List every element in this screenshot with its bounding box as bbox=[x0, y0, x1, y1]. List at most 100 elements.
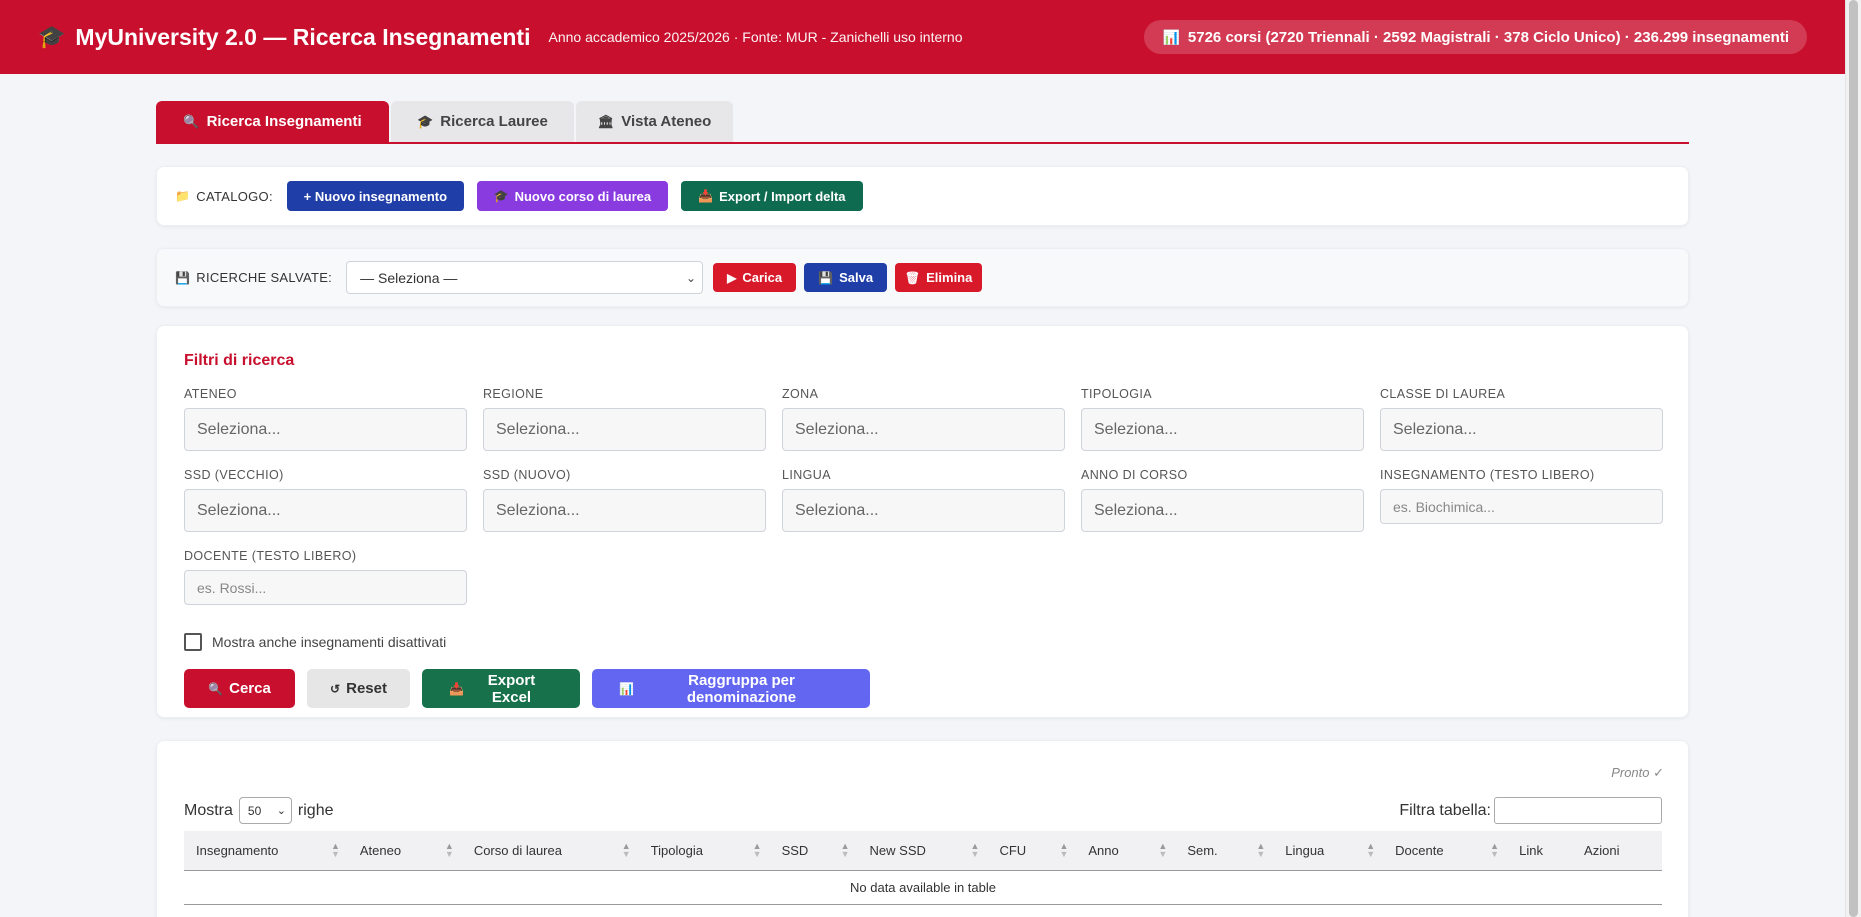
academic-year-subtitle: Anno accademico 2025/2026 · Fonte: MUR -… bbox=[548, 29, 963, 45]
lingua-select[interactable]: Seleziona... bbox=[782, 489, 1065, 532]
sort-icon: ▲ ▼ bbox=[1158, 840, 1168, 859]
col-docente[interactable]: Docente ▲ ▼ bbox=[1383, 831, 1507, 871]
col-link: Link bbox=[1507, 831, 1572, 871]
anno-corso-select[interactable]: Seleziona... bbox=[1081, 489, 1364, 532]
graduation-cap-icon: 🎓 bbox=[417, 113, 434, 129]
saved-search-select[interactable]: — Seleziona — ⌄ bbox=[346, 261, 704, 294]
col-tipologia[interactable]: Tipologia ▲ ▼ bbox=[639, 831, 770, 871]
docente-input[interactable]: es. Rossi... bbox=[184, 570, 467, 605]
ssd-nuovo-select[interactable]: Seleziona... bbox=[483, 489, 766, 532]
col-lingua[interactable]: Lingua ▲ ▼ bbox=[1273, 831, 1383, 871]
tab-vista-ateneo[interactable]: 🏛 Vista Ateneo bbox=[576, 101, 733, 142]
page-length-prefix: Mostra bbox=[184, 801, 233, 819]
col-ateneo[interactable]: Ateneo ▲ ▼ bbox=[348, 831, 462, 871]
field-label: SSD (VECCHIO) bbox=[184, 468, 284, 482]
zona-select[interactable]: Seleziona... bbox=[782, 408, 1065, 451]
classe-laurea-select[interactable]: Seleziona... bbox=[1380, 408, 1663, 451]
col-semestre[interactable]: Sem. ▲ ▼ bbox=[1175, 831, 1273, 871]
column-label: Ateneo bbox=[359, 843, 402, 858]
sort-icon: ▲ ▼ bbox=[444, 840, 454, 859]
search-icon: 🔍 bbox=[183, 113, 200, 129]
button-label: + Nuovo insegnamento bbox=[303, 188, 448, 204]
reset-icon: ↺ bbox=[330, 681, 341, 696]
field-label: LINGUA bbox=[782, 468, 831, 482]
status-text: Pronto ✓ bbox=[1611, 765, 1664, 780]
button-label: Reset bbox=[346, 680, 387, 697]
sort-icon: ▲ ▼ bbox=[330, 840, 340, 859]
regione-select[interactable]: Seleziona... bbox=[483, 408, 766, 451]
col-corso-laurea[interactable]: Corso di laurea ▲ ▼ bbox=[462, 831, 639, 871]
new-course-unit-button[interactable]: + Nuovo insegnamento bbox=[286, 181, 464, 211]
table-filter-input[interactable] bbox=[1494, 797, 1662, 824]
column-label: SSD bbox=[781, 843, 809, 858]
catalog-bar: 📁 CATALOGO: + Nuovo insegnamento 🎓 Nuovo… bbox=[156, 166, 1689, 226]
button-label: Salva bbox=[839, 270, 874, 285]
export-excel-button[interactable]: 📥 Export Excel bbox=[422, 669, 580, 708]
page-length-select[interactable]: 50 ⌄ bbox=[238, 797, 292, 824]
button-label: Export / Import delta bbox=[719, 188, 846, 204]
floppy-disk-icon: 💾 bbox=[818, 270, 834, 285]
reset-button[interactable]: ↺ Reset bbox=[307, 669, 410, 708]
field-label: ZONA bbox=[782, 387, 819, 401]
saved-searches-label: 💾 RICERCHE SALVATE: bbox=[175, 270, 332, 285]
ssd-vecchio-select[interactable]: Seleziona... bbox=[184, 489, 467, 532]
show-disabled-checkbox[interactable] bbox=[184, 633, 202, 651]
col-insegnamento[interactable]: Insegnamento ▲ ▼ bbox=[184, 831, 348, 871]
button-label: Carica bbox=[742, 270, 783, 285]
field-label: SSD (NUOVO) bbox=[483, 468, 571, 482]
export-import-delta-button[interactable]: 📥 Export / Import delta bbox=[680, 181, 863, 211]
filter-ateneo: ATENEO Seleziona... bbox=[184, 387, 467, 468]
column-label: Corso di laurea bbox=[473, 843, 562, 858]
saved-searches-bar: 💾 RICERCHE SALVATE: — Seleziona — ⌄ ▶ Ca… bbox=[156, 248, 1689, 307]
sort-icon: ▲ ▼ bbox=[970, 840, 980, 859]
chevron-down-icon: ⌄ bbox=[686, 270, 697, 285]
delete-search-button[interactable]: 🗑 Elimina bbox=[895, 263, 983, 292]
col-ssd[interactable]: SSD ▲ ▼ bbox=[770, 831, 858, 871]
tipologia-select[interactable]: Seleziona... bbox=[1081, 408, 1364, 451]
column-label: Tipologia bbox=[650, 843, 703, 858]
bar-chart-icon: 📊 bbox=[1162, 28, 1180, 45]
graduation-cap-icon: 🎓 bbox=[493, 189, 509, 203]
col-new-ssd[interactable]: New SSD ▲ ▼ bbox=[858, 831, 988, 871]
button-label: Nuovo corso di laurea bbox=[514, 188, 652, 204]
table-controls: Mostra 50 ⌄ righe Filtra tabella: bbox=[184, 797, 1662, 824]
new-degree-course-button[interactable]: 🎓 Nuovo corso di laurea bbox=[476, 181, 668, 211]
ateneo-select[interactable]: Seleziona... bbox=[184, 408, 467, 451]
column-label: New SSD bbox=[869, 843, 926, 858]
saved-searches-label-text: RICERCHE SALVATE: bbox=[196, 270, 333, 285]
filter-regione: REGIONE Seleziona... bbox=[483, 387, 766, 468]
app-header: 🎓 MyUniversity 2.0 — Ricerca Insegnament… bbox=[0, 0, 1845, 74]
stats-badge: 📊 5726 corsi (2720 Triennali · 2592 Magi… bbox=[1144, 20, 1807, 54]
field-label: ATENEO bbox=[184, 387, 237, 401]
field-label: CLASSE DI LAUREA bbox=[1380, 387, 1506, 401]
load-search-button[interactable]: ▶ Carica bbox=[713, 263, 797, 292]
page-scrollbar[interactable] bbox=[1845, 0, 1861, 917]
sort-icon: ▲ ▼ bbox=[1256, 840, 1266, 859]
save-search-button[interactable]: 💾 Salva bbox=[804, 263, 888, 292]
chevron-down-icon: ⌄ bbox=[276, 805, 286, 817]
button-label: Cerca bbox=[229, 680, 271, 697]
insegnamento-input[interactable]: es. Biochimica... bbox=[1380, 489, 1663, 524]
tab-label: Ricerca Lauree bbox=[440, 113, 548, 130]
tab-ricerca-lauree[interactable]: 🎓 Ricerca Lauree bbox=[391, 101, 574, 142]
empty-table-message: No data available in table bbox=[184, 871, 1662, 905]
filter-classe-laurea: CLASSE DI LAUREA Seleziona... bbox=[1380, 387, 1663, 468]
table-filter: Filtra tabella: bbox=[1399, 797, 1662, 824]
scrollbar-thumb[interactable] bbox=[1849, 0, 1858, 917]
tab-ricerca-insegnamenti[interactable]: 🔍 Ricerca Insegnamenti bbox=[156, 101, 389, 142]
search-icon: 🔍 bbox=[208, 681, 224, 696]
tab-label: Vista Ateneo bbox=[621, 113, 712, 130]
button-label: Raggruppa per denominazione bbox=[686, 671, 797, 706]
filter-tipologia: TIPOLOGIA Seleziona... bbox=[1081, 387, 1364, 468]
filter-ssd-vecchio: SSD (VECCHIO) Seleziona... bbox=[184, 468, 467, 549]
graduation-cap-icon: 🎓 bbox=[38, 24, 66, 49]
search-button[interactable]: 🔍 Cerca bbox=[184, 669, 295, 708]
field-label: REGIONE bbox=[483, 387, 544, 401]
group-by-name-button[interactable]: 📊 Raggruppa per denominazione bbox=[592, 669, 870, 708]
col-anno[interactable]: Anno ▲ ▼ bbox=[1076, 831, 1175, 871]
catalog-label: 📁 CATALOGO: bbox=[175, 189, 273, 204]
col-cfu[interactable]: CFU ▲ ▼ bbox=[987, 831, 1076, 871]
filter-anno-corso: ANNO DI CORSO Seleziona... bbox=[1081, 468, 1364, 549]
trash-icon: 🗑 bbox=[904, 270, 921, 285]
filter-insegnamento: INSEGNAMENTO (TESTO LIBERO) es. Biochimi… bbox=[1380, 468, 1663, 549]
